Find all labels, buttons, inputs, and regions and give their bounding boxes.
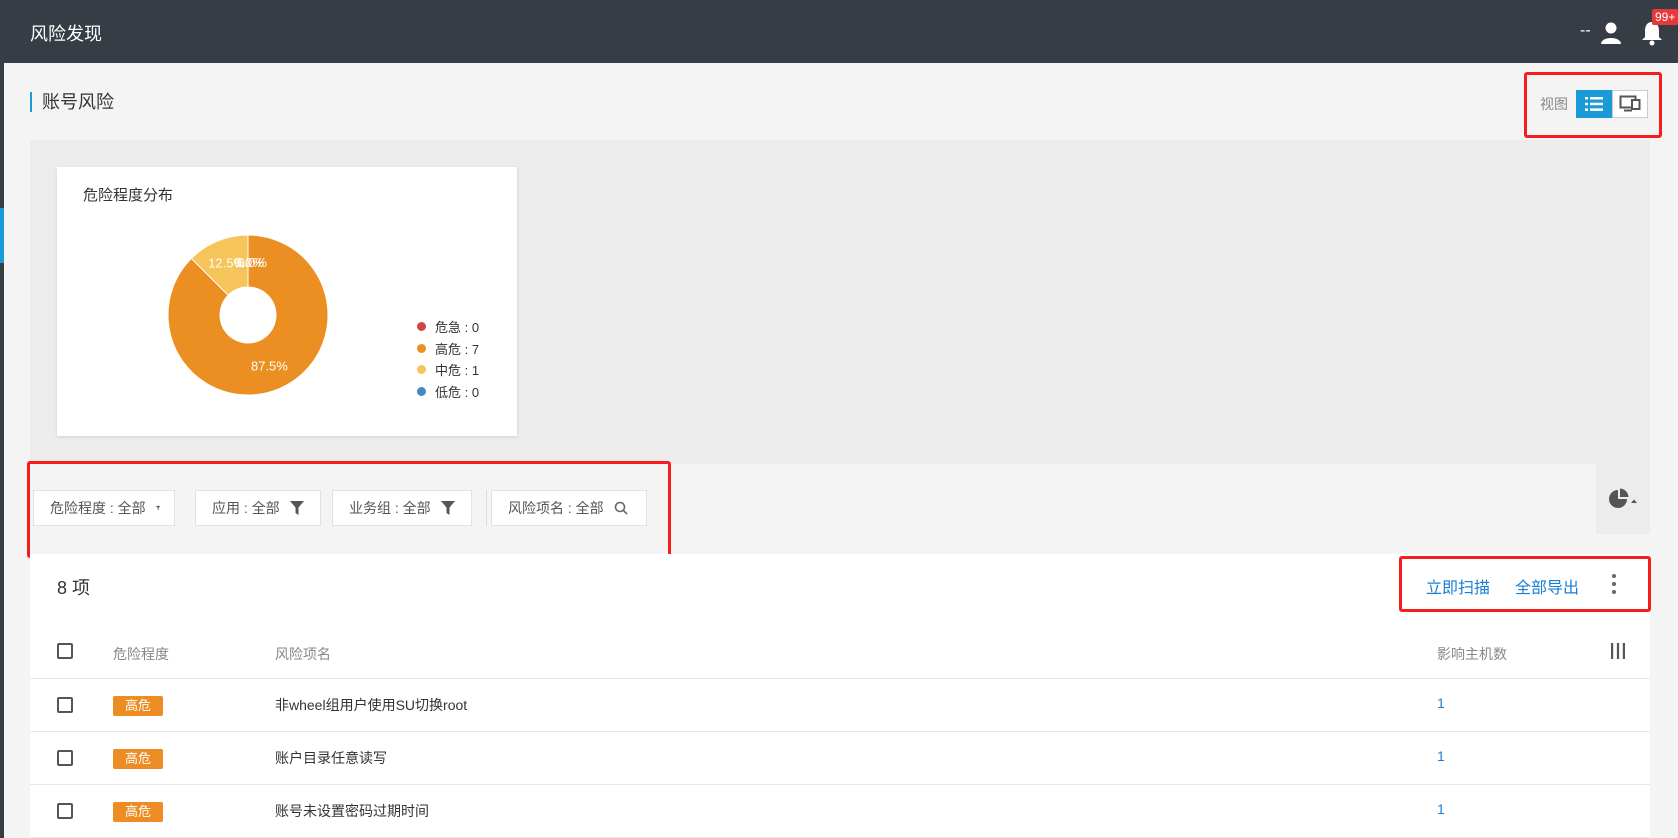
header-risk-name[interactable]: 风险项名 <box>275 644 331 664</box>
legend-dot <box>417 365 426 375</box>
level-badge: 高危 <box>113 749 164 769</box>
legend-item-3[interactable]: 低危 : 0 <box>417 381 479 403</box>
select-all-checkbox[interactable] <box>57 643 73 659</box>
app-title: 风险发现 <box>30 24 102 44</box>
user-name[interactable]: -- <box>1580 22 1591 40</box>
user-icon[interactable] <box>1598 20 1624 46</box>
highlight-actions <box>1399 556 1651 612</box>
column-settings-icon[interactable] <box>1610 643 1626 659</box>
header-affected-hosts[interactable]: 影响主机数 <box>1437 644 1507 664</box>
level-badge: 高危 <box>113 696 164 716</box>
affected-hosts-link[interactable]: 1 <box>1437 695 1445 711</box>
pie-percent-label-3: 0.0% <box>234 255 264 270</box>
risk-name[interactable]: 账号未设置密码过期时间 <box>275 801 429 821</box>
legend-dot <box>417 322 426 332</box>
header-level[interactable]: 危险程度 <box>113 644 169 664</box>
chart-toggle-button[interactable] <box>1596 464 1650 534</box>
legend-dot <box>417 343 426 353</box>
chart-legend: 危急 : 0 高危 : 7 中危 : 1 低危 : 0 <box>417 316 479 402</box>
level-badge: 高危 <box>113 802 164 822</box>
table-row[interactable]: 高危 账户目录任意读写 1 <box>30 732 1650 785</box>
legend-item-1[interactable]: 高危 : 7 <box>417 338 479 360</box>
table-row[interactable]: 高危 账号未设置密码过期时间 1 <box>30 785 1650 838</box>
legend-label: 中危 : 1 <box>435 363 480 379</box>
row-checkbox[interactable] <box>57 750 73 766</box>
risk-name[interactable]: 账户目录任意读写 <box>275 748 387 768</box>
legend-label: 危急 : 0 <box>435 320 480 336</box>
row-checkbox[interactable] <box>57 697 73 713</box>
row-checkbox[interactable] <box>57 803 73 819</box>
item-count: 8 项 <box>57 578 91 598</box>
highlight-view-toggle <box>1524 72 1662 138</box>
table-row[interactable]: 高危 非wheel组用户使用SU切换root 1 <box>30 679 1650 732</box>
pie-percent-label-1: 87.5% <box>251 359 288 374</box>
risk-distribution-card: 危险程度分布 0.0% 87.5% 12.5% 0.0% 危急 : 0 高危 : 7 中危… <box>57 167 517 436</box>
affected-hosts-link[interactable]: 1 <box>1437 748 1445 764</box>
top-bar: 风险发现 -- 99+ <box>0 0 1678 63</box>
legend-item-0[interactable]: 危急 : 0 <box>417 316 479 338</box>
chart-area: 危险程度分布 0.0% 87.5% 12.5% 0.0% 危急 : 0 高危 : 7 中危… <box>30 140 1650 464</box>
sidebar-active-indicator <box>0 208 4 263</box>
highlight-filters <box>27 461 671 558</box>
page-title: 账号风险 <box>30 92 114 112</box>
legend-label: 低危 : 0 <box>435 384 480 400</box>
pie-chart-icon <box>1609 488 1637 508</box>
risk-name[interactable]: 非wheel组用户使用SU切换root <box>275 695 467 715</box>
notification-badge: 99+ <box>1652 9 1678 25</box>
legend-label: 高危 : 7 <box>435 341 480 357</box>
legend-dot <box>417 386 426 396</box>
table-header: 危险程度 风险项名 影响主机数 <box>30 624 1650 679</box>
legend-item-2[interactable]: 中危 : 1 <box>417 359 479 381</box>
affected-hosts-link[interactable]: 1 <box>1437 801 1445 817</box>
sidebar-strip <box>0 63 4 838</box>
